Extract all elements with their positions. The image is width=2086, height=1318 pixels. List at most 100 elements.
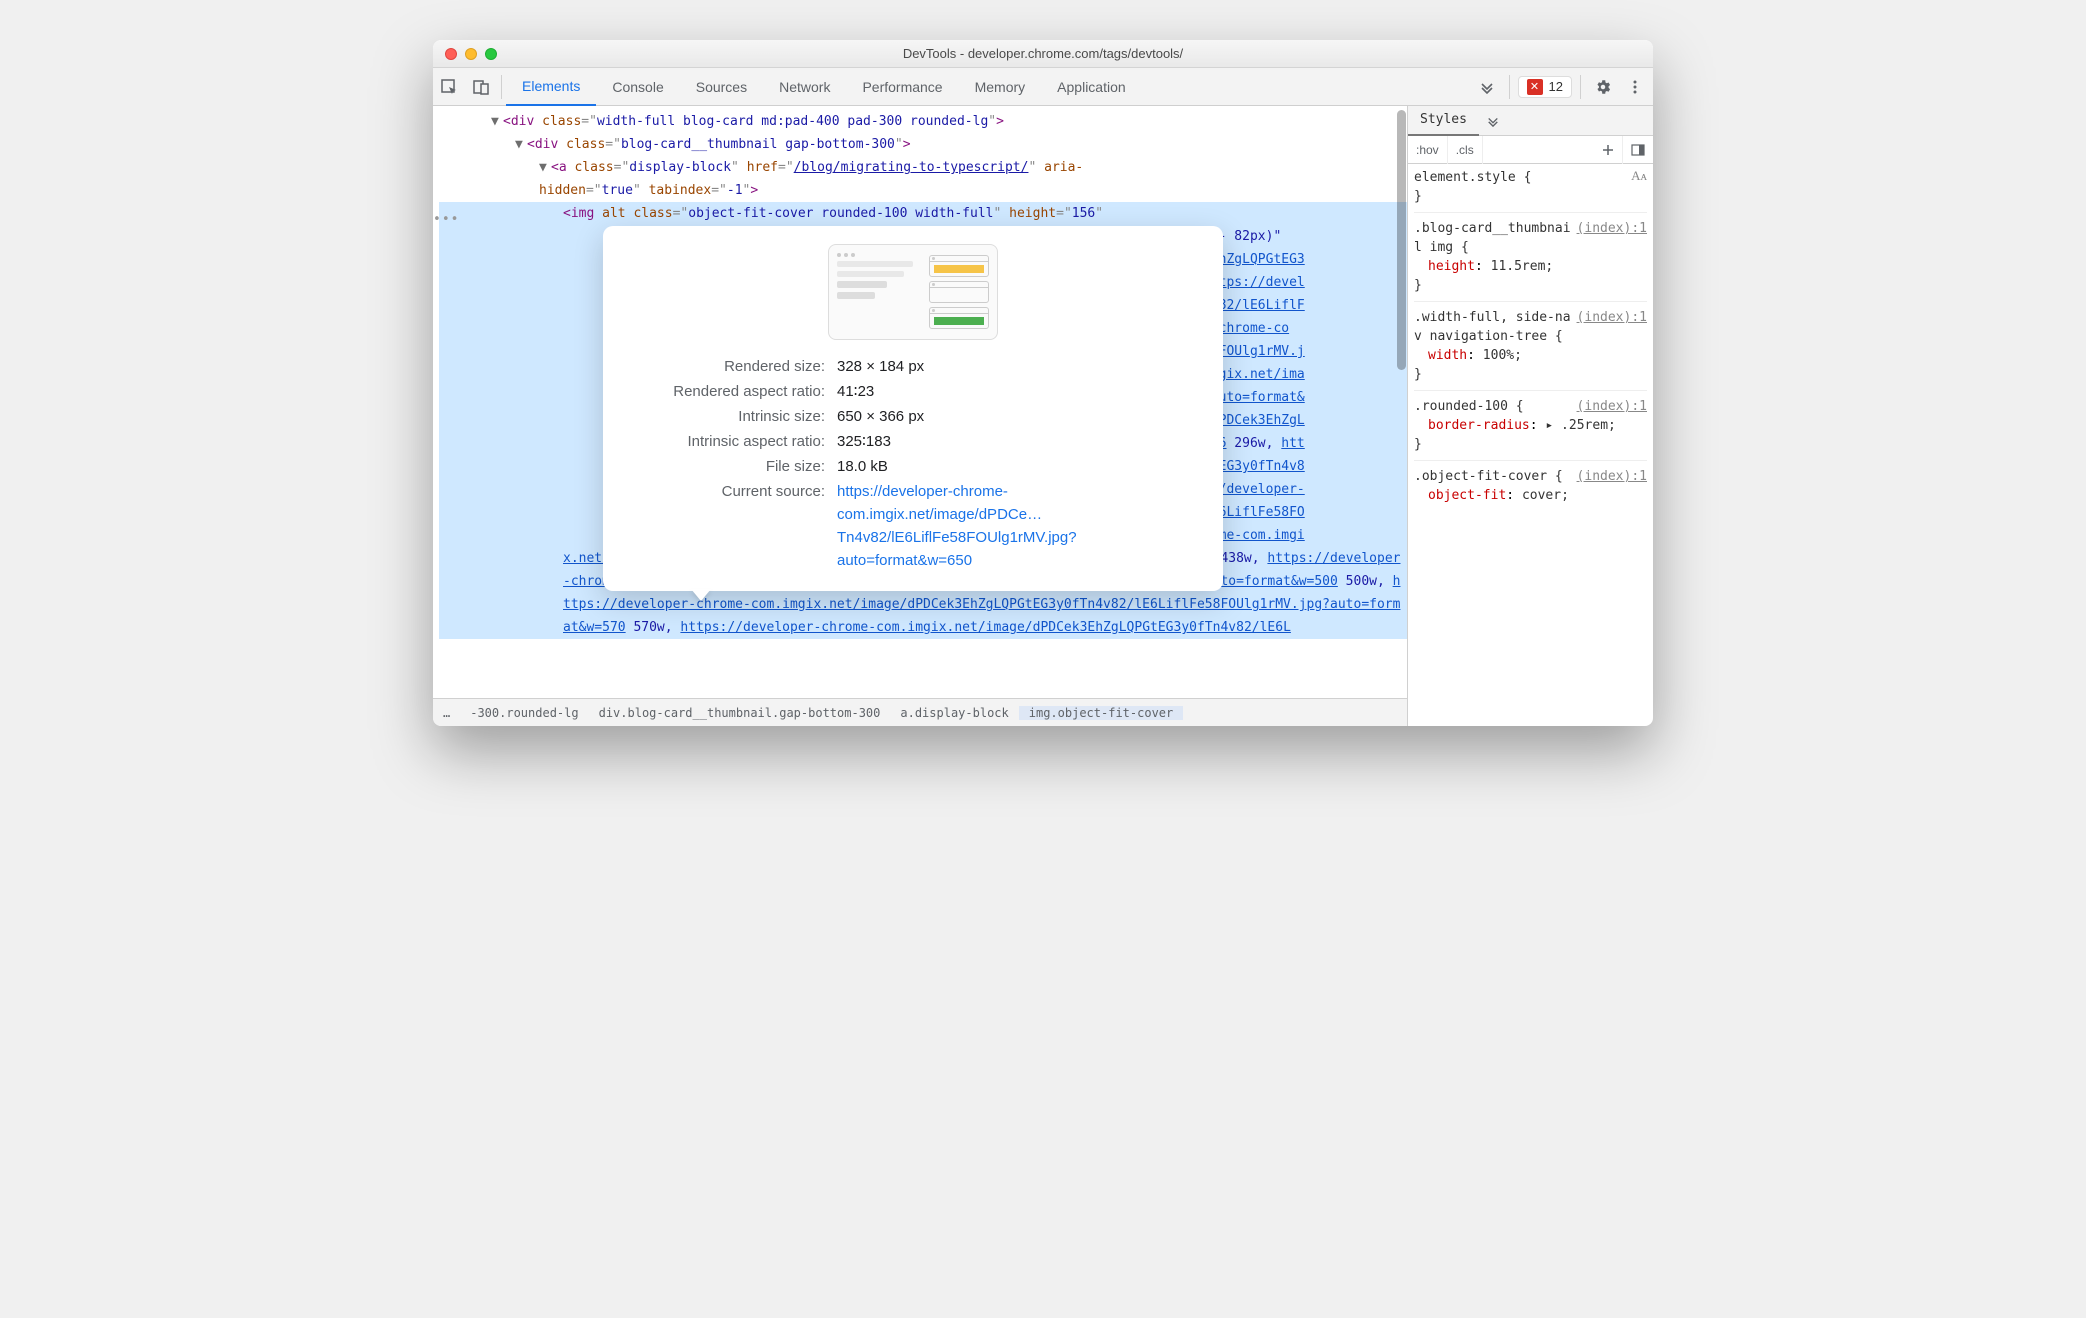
toolbar-separator	[501, 75, 502, 99]
css-rule[interactable]: .width-full, side-nav navigation-tree {(…	[1414, 308, 1647, 391]
css-property[interactable]: height	[1428, 259, 1475, 274]
close-window-button[interactable]	[445, 48, 457, 60]
css-value[interactable]: cover;	[1522, 488, 1569, 503]
css-selector: .width-full, side-nav navigation-tree {	[1414, 308, 1577, 346]
css-property[interactable]: width	[1428, 348, 1467, 363]
tooltip-value: 18.0 kB	[837, 455, 1201, 478]
content-area: ••• ▼<div class="width-full blog-card md…	[433, 106, 1653, 726]
devtools-window: DevTools - developer.chrome.com/tags/dev…	[433, 40, 1653, 726]
scrollbar-thumb[interactable]	[1397, 110, 1406, 370]
tooltip-label: Rendered aspect ratio:	[625, 380, 825, 403]
css-rule[interactable]: .blog-card__thumbnail img {(index):1 hei…	[1414, 219, 1647, 302]
thumb-title-line	[837, 261, 913, 267]
device-toolbar-icon[interactable]	[465, 68, 497, 106]
gutter-ellipsis-icon: •••	[433, 208, 457, 231]
css-selector: .blog-card__thumbnail img {	[1414, 219, 1577, 257]
thumb-sub-line	[837, 281, 887, 288]
mini-window-icon	[929, 307, 989, 329]
hover-toggle[interactable]: :hov	[1408, 136, 1448, 164]
tab-styles[interactable]: Styles	[1408, 106, 1479, 136]
toolbar-separator	[1509, 75, 1510, 99]
image-hover-tooltip: Rendered size: 328 × 184 px Rendered aspe…	[603, 226, 1223, 591]
panel-tabs: Elements Console Sources Network Perform…	[506, 68, 1142, 106]
css-source-link[interactable]: (index):1	[1577, 397, 1647, 416]
css-brace: }	[1414, 187, 1647, 206]
mini-window-icon	[929, 255, 989, 277]
css-rules[interactable]: Aᴀ element.style { } .blog-card__thumbna…	[1408, 164, 1653, 726]
dom-node[interactable]: ▼<a class="display-block" href="/blog/mi…	[439, 156, 1407, 179]
more-tabs-icon[interactable]	[1479, 107, 1507, 135]
devtools-toolbar: Elements Console Sources Network Perform…	[433, 68, 1653, 106]
error-count: 12	[1549, 79, 1563, 94]
dom-breadcrumbs: … -300.rounded-lg div.blog-card__thumbna…	[433, 698, 1407, 726]
styles-tabs: Styles	[1408, 106, 1653, 136]
dom-pane: ••• ▼<div class="width-full blog-card md…	[433, 106, 1408, 726]
css-value[interactable]: 11.5rem;	[1491, 259, 1554, 274]
dom-node-cont[interactable]: hidden="true" tabindex="-1">	[439, 179, 1407, 202]
dom-node-selected[interactable]: <img alt class="object-fit-cover rounded…	[439, 202, 1407, 225]
tab-console[interactable]: Console	[596, 68, 679, 106]
css-source-link[interactable]: (index):1	[1577, 467, 1647, 486]
css-value[interactable]: ▸ .25rem;	[1545, 418, 1615, 433]
tooltip-value: 41∶23	[837, 380, 1201, 403]
tooltip-pointer-icon	[691, 589, 711, 601]
breadcrumb-item-selected[interactable]: img.object-fit-cover	[1019, 706, 1184, 720]
dom-node[interactable]: ▼<div class="blog-card__thumbnail gap-bo…	[439, 133, 1407, 156]
styles-pane: Styles :hov .cls Aᴀ element.sty	[1408, 106, 1653, 726]
css-property[interactable]: object-fit	[1428, 488, 1506, 503]
tab-performance[interactable]: Performance	[846, 68, 958, 106]
css-selector: .object-fit-cover {	[1414, 467, 1563, 486]
error-count-badge[interactable]: ✕ 12	[1518, 76, 1572, 98]
inspect-element-icon[interactable]	[433, 68, 465, 106]
tab-memory[interactable]: Memory	[959, 68, 1042, 106]
css-property[interactable]: border-radius	[1428, 418, 1530, 433]
thumbnail-preview	[828, 244, 998, 340]
toolbar-separator	[1580, 75, 1581, 99]
computed-font-icon[interactable]: Aᴀ	[1631, 166, 1647, 185]
css-brace: }	[1414, 435, 1647, 454]
breadcrumb-item[interactable]: -300.rounded-lg	[460, 706, 588, 720]
thumb-sub-line	[837, 271, 904, 277]
css-selector: .rounded-100 {	[1414, 397, 1524, 416]
tab-application[interactable]: Application	[1041, 68, 1142, 106]
css-rule[interactable]: .rounded-100 {(index):1 border-radius: ▸…	[1414, 397, 1647, 461]
layout-toggle-icon[interactable]	[1623, 136, 1653, 164]
tooltip-label: Intrinsic size:	[625, 405, 825, 428]
tooltip-value: 325∶183	[837, 430, 1201, 453]
tooltip-label: File size:	[625, 455, 825, 478]
window-title: DevTools - developer.chrome.com/tags/dev…	[433, 46, 1653, 61]
settings-icon[interactable]	[1589, 73, 1617, 101]
tooltip-label: Current source:	[625, 480, 825, 572]
css-selector: element.style {	[1414, 168, 1531, 187]
window-titlebar: DevTools - developer.chrome.com/tags/dev…	[433, 40, 1653, 68]
tooltip-label: Rendered size:	[625, 355, 825, 378]
tab-elements[interactable]: Elements	[506, 68, 596, 106]
tooltip-label: Intrinsic aspect ratio:	[625, 430, 825, 453]
styles-filter-bar: :hov .cls	[1408, 136, 1653, 164]
new-rule-icon[interactable]	[1594, 136, 1623, 164]
mini-window-icon	[929, 281, 989, 303]
breadcrumb-ellipsis[interactable]: …	[433, 706, 460, 720]
css-brace: }	[1414, 276, 1647, 295]
tooltip-value: 328 × 184 px	[837, 355, 1201, 378]
css-rule[interactable]: .object-fit-cover {(index):1 object-fit:…	[1414, 467, 1647, 511]
breadcrumb-item[interactable]: a.display-block	[890, 706, 1018, 720]
css-source-link[interactable]: (index):1	[1577, 308, 1647, 346]
tab-network[interactable]: Network	[763, 68, 846, 106]
tooltip-value-link[interactable]: https://developer-chrome-com.imgix.net/i…	[837, 480, 1201, 572]
zoom-window-button[interactable]	[485, 48, 497, 60]
traffic-lights	[445, 48, 497, 60]
css-brace: }	[1414, 365, 1647, 384]
css-rule[interactable]: element.style { }	[1414, 168, 1647, 213]
kebab-menu-icon[interactable]	[1621, 73, 1649, 101]
cls-toggle[interactable]: .cls	[1448, 136, 1483, 164]
more-tabs-icon[interactable]	[1473, 73, 1501, 101]
tab-sources[interactable]: Sources	[680, 68, 763, 106]
css-value[interactable]: 100%;	[1483, 348, 1522, 363]
dom-tree[interactable]: ••• ▼<div class="width-full blog-card md…	[433, 106, 1407, 698]
error-icon: ✕	[1527, 79, 1543, 95]
dom-node[interactable]: ▼<div class="width-full blog-card md:pad…	[439, 110, 1407, 133]
css-source-link[interactable]: (index):1	[1577, 219, 1647, 257]
breadcrumb-item[interactable]: div.blog-card__thumbnail.gap-bottom-300	[589, 706, 891, 720]
minimize-window-button[interactable]	[465, 48, 477, 60]
